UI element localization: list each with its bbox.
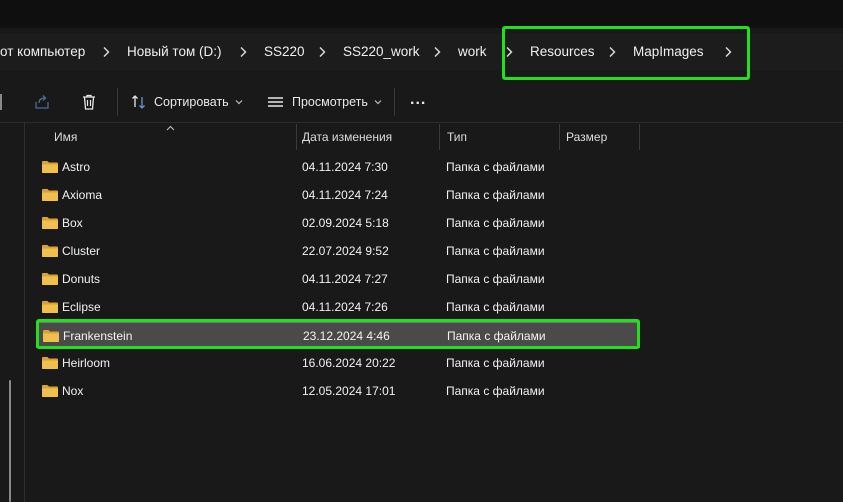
file-row[interactable]: Donuts 04.11.2024 7:27 Папка с файлами [36, 266, 640, 292]
navigation-pane-scrollbar[interactable] [9, 380, 11, 502]
breadcrumb-item-work[interactable]: work [458, 43, 487, 61]
folder-icon [41, 160, 59, 174]
chevron-down-icon [235, 99, 243, 105]
column-divider[interactable] [559, 124, 560, 150]
trash-icon [80, 93, 98, 111]
column-header-type[interactable]: Тип [447, 127, 467, 147]
file-name: Donuts [62, 272, 101, 286]
file-type: Папка с файлами [446, 300, 545, 314]
chevron-right-icon[interactable] [607, 46, 617, 58]
file-name: Heirloom [62, 356, 111, 370]
file-name: Cluster [62, 244, 101, 258]
column-divider[interactable] [639, 124, 640, 150]
toolbar-separator [394, 88, 395, 116]
file-date: 02.09.2024 5:18 [302, 216, 389, 230]
column-header-date[interactable]: Дата изменения [302, 127, 392, 147]
breadcrumb-item-ss220[interactable]: SS220 [264, 43, 305, 61]
file-name: Eclipse [62, 300, 101, 314]
file-type: Папка с файлами [446, 356, 545, 370]
file-date: 04.11.2024 7:26 [302, 300, 388, 314]
breadcrumb-item-resources[interactable]: Resources [530, 43, 595, 61]
file-type: Папка с файлами [446, 188, 545, 202]
chevron-right-icon[interactable] [101, 46, 111, 58]
toolbar-separator [117, 88, 118, 116]
folder-icon [41, 216, 59, 230]
navigation-pane-border [24, 122, 25, 502]
file-date: 22.07.2024 9:52 [302, 244, 389, 258]
more-options-button[interactable]: ... [410, 88, 426, 112]
view-label: Просмотреть [292, 95, 368, 109]
file-row[interactable]: Axioma 04.11.2024 7:24 Папка с файлами [36, 182, 640, 208]
file-type: Папка с файлами [446, 216, 545, 230]
folder-icon [41, 384, 59, 398]
folder-icon [41, 188, 59, 202]
file-type: Папка с файлами [446, 272, 545, 286]
file-row[interactable]: Cluster 22.07.2024 9:52 Папка с файлами [36, 238, 640, 264]
file-type: Папка с файлами [446, 244, 545, 258]
share-icon [33, 93, 51, 111]
file-row[interactable]: Nox 12.05.2024 17:01 Папка с файлами [36, 378, 640, 404]
file-row[interactable]: Eclipse 04.11.2024 7:26 Папка с файлами [36, 294, 640, 320]
column-header-name[interactable]: Имя [54, 127, 77, 147]
sort-icon [131, 94, 147, 110]
chevron-right-icon[interactable] [432, 46, 442, 58]
chevron-right-icon[interactable] [723, 46, 733, 58]
file-date: 04.11.2024 7:27 [302, 272, 388, 286]
view-button[interactable]: Просмотреть [267, 90, 382, 114]
folder-icon [41, 356, 59, 370]
file-date: 04.11.2024 7:24 [302, 188, 388, 202]
sort-button[interactable]: Сортировать [131, 90, 243, 114]
column-divider[interactable] [296, 124, 297, 150]
title-bar-strip [0, 0, 843, 28]
file-row[interactable]: Astro 04.11.2024 7:30 Папка с файлами [36, 154, 640, 180]
more-icon: ... [410, 91, 427, 108]
breadcrumb-item-drive-d[interactable]: Новый том (D:) [127, 43, 222, 61]
file-row[interactable]: Frankenstein 23.12.2024 4:46 Папка с файла… [36, 322, 640, 348]
sort-caret-icon [166, 120, 175, 134]
file-type: Папка с файлами [446, 384, 545, 398]
file-name: Frankenstein [63, 329, 133, 343]
file-name: Astro [62, 160, 91, 174]
folder-icon [42, 329, 60, 343]
file-date: 16.06.2024 20:22 [302, 356, 396, 370]
chevron-right-icon[interactable] [238, 46, 248, 58]
file-date: 04.11.2024 7:30 [302, 160, 388, 174]
chevron-right-icon[interactable] [317, 46, 327, 58]
chevron-right-icon[interactable] [504, 46, 514, 58]
delete-button[interactable] [80, 90, 98, 114]
file-name: Box [62, 216, 83, 230]
folder-icon [41, 244, 59, 258]
file-type: Папка с файлами [446, 160, 545, 174]
toolbar-edge [0, 90, 4, 114]
breadcrumb-item-ss220-work[interactable]: SS220_work [343, 43, 420, 61]
breadcrumb-item-mapimages[interactable]: MapImages [633, 43, 704, 61]
file-row[interactable]: Heirloom 16.06.2024 20:22 Папка с файлами [36, 350, 640, 376]
column-header-size[interactable]: Размер [566, 127, 607, 147]
share-button[interactable] [33, 90, 51, 114]
file-name: Nox [62, 384, 84, 398]
sort-label: Сортировать [154, 95, 229, 109]
folder-icon [41, 300, 59, 314]
chevron-down-icon [374, 99, 382, 105]
breadcrumb-item-computer[interactable]: от компьютер [0, 43, 85, 61]
column-divider[interactable] [439, 124, 440, 150]
view-icon [267, 95, 284, 109]
file-date: 12.05.2024 17:01 [302, 384, 396, 398]
folder-icon [41, 272, 59, 286]
file-row[interactable]: Box 02.09.2024 5:18 Папка с файлами [36, 210, 640, 236]
file-type: Папка с файлами [447, 329, 546, 343]
file-date: 23.12.2024 4:46 [303, 329, 390, 343]
file-name: Axioma [62, 188, 103, 202]
